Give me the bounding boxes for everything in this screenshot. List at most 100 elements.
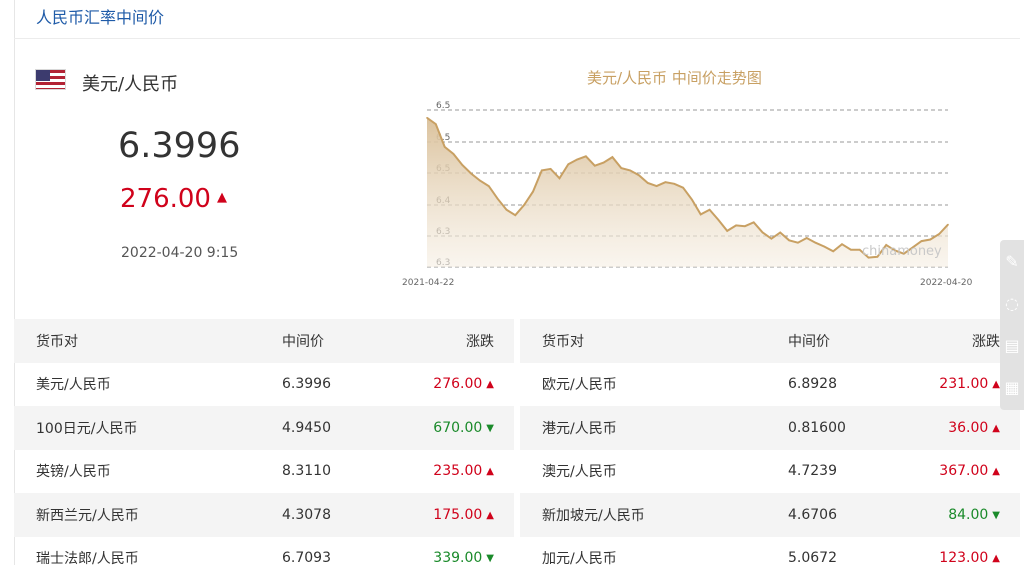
text-icon[interactable]: ✎	[1000, 240, 1024, 282]
rate-change: 670.00▼	[394, 420, 514, 436]
pair-name[interactable]: 港元/人民币	[520, 418, 770, 438]
pair-name[interactable]: 瑞士法郎/人民币	[14, 548, 264, 568]
data-point	[550, 168, 552, 170]
data-point	[824, 246, 826, 248]
data-point	[647, 182, 649, 184]
table-row[interactable]: 100日元/人民币4.9450670.00▼	[14, 406, 514, 450]
data-point	[594, 165, 596, 167]
data-point	[832, 251, 834, 253]
data-point	[435, 123, 437, 125]
change-value: 84.00	[948, 507, 988, 523]
rate-change: 339.00▼	[394, 550, 514, 566]
pair-name[interactable]: 100日元/人民币	[14, 418, 264, 438]
data-point	[806, 237, 808, 239]
highlight-pair-name: 美元/人民币	[82, 70, 178, 96]
data-point	[815, 242, 817, 244]
data-point	[779, 232, 781, 234]
data-point	[444, 146, 446, 148]
data-point	[603, 162, 605, 164]
table-row[interactable]: 澳元/人民币4.7239367.00▲	[520, 450, 1020, 494]
data-point	[470, 173, 472, 175]
us-flag-icon	[35, 69, 66, 90]
data-point	[726, 230, 728, 232]
chart-title: 美元/人民币 中间价走势图	[587, 67, 762, 88]
triangle-up-icon: ▲	[992, 379, 1000, 390]
data-point	[877, 256, 879, 258]
highlight-rate: 6.3996	[118, 126, 240, 166]
data-point	[612, 156, 614, 158]
data-point	[656, 185, 658, 187]
rate-change: 276.00▲	[394, 376, 514, 392]
highlight-change-value: 276.00	[120, 184, 211, 214]
data-point	[515, 214, 517, 216]
pair-name[interactable]: 澳元/人民币	[520, 461, 770, 481]
table-row[interactable]: 港元/人民币0.81600 36.00 ▲	[520, 406, 1020, 450]
data-point	[665, 181, 667, 183]
data-point	[894, 250, 896, 252]
data-point	[462, 164, 464, 166]
triangle-down-icon: ▼	[992, 510, 1000, 521]
pair-name[interactable]: 加元/人民币	[520, 548, 770, 568]
table-row[interactable]: 新西兰元/人民币4.3078175.00▲	[14, 493, 514, 537]
data-point	[682, 187, 684, 189]
pair-name[interactable]: 英镑/人民币	[14, 461, 264, 481]
data-point	[841, 243, 843, 245]
data-point	[497, 198, 499, 200]
mid-rate: 0.81600	[770, 420, 900, 436]
share-icon[interactable]: ▦	[1000, 366, 1024, 408]
data-point	[576, 159, 578, 161]
change-value: 175.00	[433, 507, 482, 523]
header-mid: 中间价	[770, 331, 900, 351]
data-point	[629, 170, 631, 172]
change-value: 231.00	[939, 376, 988, 392]
change-value: 36.00	[948, 420, 988, 436]
data-point	[921, 240, 923, 242]
data-point	[753, 222, 755, 224]
header-pair: 货币对	[14, 331, 264, 351]
table-row[interactable]: 欧元/人民币6.8928231.00▲	[520, 363, 1020, 407]
trend-chart: 6.56.56.56.46.36.3 chinamoney 2021-04-22…	[400, 95, 980, 290]
data-point	[541, 170, 543, 172]
data-point	[426, 117, 428, 119]
print-icon[interactable]: ▤	[1000, 324, 1024, 366]
data-point	[506, 209, 508, 211]
side-toolbar: ✎ ◌ ▤ ▦	[1000, 240, 1024, 410]
comment-icon[interactable]: ◌	[1000, 282, 1024, 324]
table-row[interactable]: 美元/人民币6.3996276.00▲	[14, 363, 514, 407]
change-value: 367.00	[939, 463, 988, 479]
triangle-up-icon: ▲	[992, 423, 1000, 434]
triangle-down-icon: ▼	[486, 553, 494, 564]
triangle-up-icon: ▲	[486, 510, 494, 521]
x-label-end: 2022-04-20	[920, 278, 973, 288]
pair-name[interactable]: 欧元/人民币	[520, 374, 770, 394]
y-tick-label: 6.5	[436, 101, 450, 111]
data-point	[488, 185, 490, 187]
data-point	[744, 225, 746, 227]
rate-change: 123.00▲	[900, 550, 1020, 566]
data-point	[638, 174, 640, 176]
rate-change: 367.00▲	[900, 463, 1020, 479]
rate-change: 36.00 ▲	[900, 420, 1020, 436]
data-point	[568, 163, 570, 165]
title-divider	[14, 38, 1020, 39]
header-pair: 货币对	[520, 331, 770, 351]
table-row[interactable]: 新加坡元/人民币4.670684.00▼	[520, 493, 1020, 537]
data-point	[523, 204, 525, 206]
table-row[interactable]: 瑞士法郎/人民币6.7093339.00▼	[14, 537, 514, 580]
data-point	[788, 240, 790, 242]
pair-name[interactable]: 美元/人民币	[14, 374, 264, 394]
mid-rate: 5.0672	[770, 550, 900, 566]
header-mid: 中间价	[264, 331, 394, 351]
table-header: 货币对 中间价 涨跌	[520, 319, 1020, 363]
table-row[interactable]: 英镑/人民币8.3110235.00▲	[14, 450, 514, 494]
table-row[interactable]: 加元/人民币5.0672123.00▲	[520, 537, 1020, 580]
data-point	[947, 224, 949, 226]
page-title[interactable]: 人民币汇率中间价	[36, 4, 164, 28]
data-point	[718, 219, 720, 221]
header-change: 涨跌	[394, 331, 514, 351]
data-point	[453, 153, 455, 155]
data-point	[771, 238, 773, 240]
data-point	[559, 178, 561, 180]
pair-name[interactable]: 新西兰元/人民币	[14, 505, 264, 525]
pair-name[interactable]: 新加坡元/人民币	[520, 505, 770, 525]
